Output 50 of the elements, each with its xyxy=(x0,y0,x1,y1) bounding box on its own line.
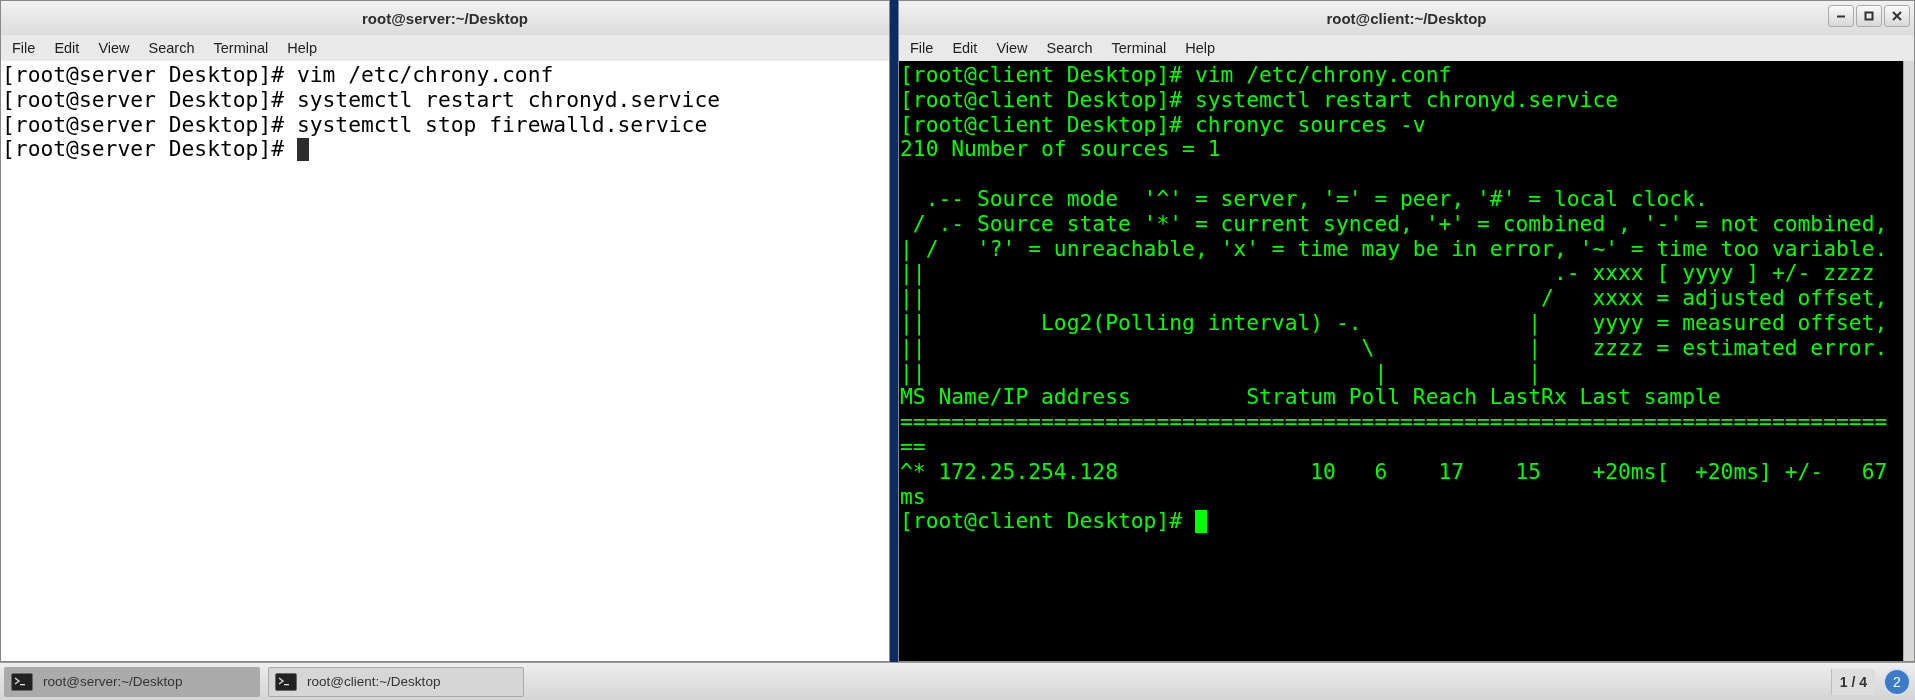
terminal-line: [root@client Desktop]# vim /etc/chrony.conf xyxy=(900,63,1452,88)
window-title: root@client:~/Desktop xyxy=(1326,9,1487,27)
menu-item[interactable]: File xyxy=(12,40,36,56)
terminal-line: [root@client Desktop]# xyxy=(900,509,1184,535)
workspace-pager[interactable]: 1 / 4 xyxy=(1830,668,1875,695)
terminal-line: [root@server Desktop]# systemctl stop firewalld.service xyxy=(2,112,708,138)
menu-item[interactable]: Search xyxy=(1046,40,1093,56)
window-title: root@server:~/Desktop xyxy=(362,9,528,27)
terminal-line: [root@client Desktop]# chronyc sources -v xyxy=(900,112,1426,138)
terminal-line: .-- Source mode '^' = server, '=' = peer, '#' = local clock. xyxy=(924,187,1708,212)
terminal-line: [root@server Desktop]# systemctl restart chronyd.service xyxy=(2,87,721,113)
menu-item[interactable]: Help xyxy=(287,40,318,56)
maximize-icon xyxy=(1864,11,1874,21)
terminal-line: == xyxy=(900,434,926,460)
menu-item[interactable]: Terminal xyxy=(1111,40,1167,56)
terminal-line: ms xyxy=(900,484,926,510)
terminal-line: [root@client Desktop]# systemctl restart chronyd.service xyxy=(900,87,1619,113)
scrollbar[interactable] xyxy=(1903,61,1914,661)
menu-item[interactable]: Edit xyxy=(952,40,978,56)
terminal-line: || | | xyxy=(900,360,1542,386)
minimize-icon xyxy=(1836,14,1846,18)
terminal-line: 210 Number of sources = 1 xyxy=(900,137,1221,163)
menu-item[interactable]: View xyxy=(996,40,1028,56)
terminal-line: MS Name/IP address Stratum Poll Reach LastRx Last sample xyxy=(900,385,1721,411)
menu-item[interactable]: Edit xyxy=(54,40,80,56)
menu-item[interactable]: Help xyxy=(1185,40,1216,56)
terminal-line: || / xxxx = adjusted offset, xyxy=(900,286,1888,311)
menu-item[interactable]: Search xyxy=(148,40,195,56)
taskbar-button[interactable]: root@client:~/Desktop xyxy=(268,666,524,697)
menu-item[interactable]: Terminal xyxy=(213,40,269,56)
terminal-line: / .- Source state '*' = current synced, '+' = combined , '-' = not combined, xyxy=(911,211,1888,237)
menu-item[interactable]: File xyxy=(910,40,934,56)
terminal-line: [root@server Desktop]# vim /etc/chrony.conf xyxy=(2,63,554,88)
terminal-icon xyxy=(275,672,297,691)
terminal-line: | / '?' = unreachable, 'x' = time may be in error, '~' = time too variable. xyxy=(900,236,1888,262)
notification-badge[interactable]: 2 xyxy=(1883,667,1911,696)
terminal-icon xyxy=(11,672,33,691)
taskbar-button[interactable]: root@server:~/Desktop xyxy=(4,666,260,697)
terminal-line: ^* 172.25.254.128 10 6 17 15 +20ms[ +20ms] +/- 67 xyxy=(900,459,1888,485)
terminal-line: [root@server Desktop]# xyxy=(2,137,286,163)
terminal-line: || \ | zzzz = estimated error. xyxy=(900,335,1888,361)
terminal-line: ============================================================================= xyxy=(900,410,1888,435)
cursor-icon xyxy=(296,138,309,162)
menu-item[interactable]: View xyxy=(98,40,130,56)
terminal-line: || .- xxxx [ yyyy ] +/- zzzz xyxy=(900,261,1875,287)
cursor-icon xyxy=(1194,510,1207,534)
terminal-line: || Log2(Polling interval) -. | yyyy = measured offset, xyxy=(900,310,1888,336)
close-button[interactable] xyxy=(1884,5,1910,27)
maximize-button[interactable] xyxy=(1856,5,1882,27)
close-icon xyxy=(1892,11,1902,21)
